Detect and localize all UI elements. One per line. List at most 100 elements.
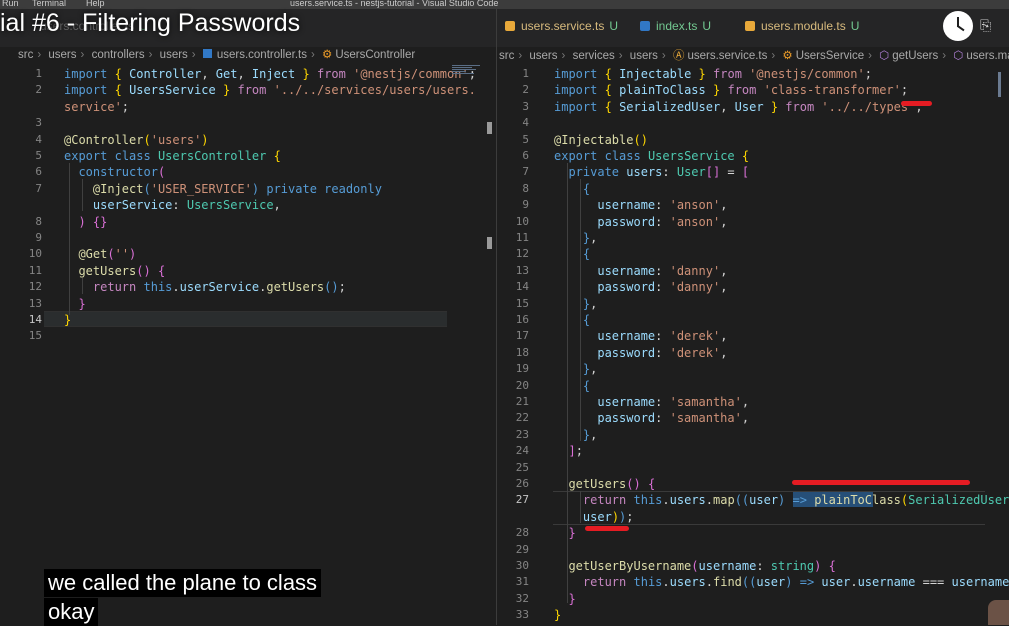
- line-number: 21: [515, 395, 529, 408]
- breadcrumb-item[interactable]: users.service.ts: [687, 50, 767, 62]
- code-text[interactable]: private users: User[] = [: [554, 164, 749, 180]
- method-icon: ⬡: [879, 50, 890, 62]
- line-number: 32: [515, 591, 529, 605]
- code-text[interactable]: user));: [554, 509, 634, 525]
- right-editor[interactable]: 1 import { Injectable } from '@nestjs/com…: [497, 65, 1009, 625]
- code-text[interactable]: return this.userService.getUsers();: [64, 279, 346, 295]
- line-number: 24: [515, 444, 529, 458]
- code-text[interactable]: {: [554, 246, 590, 262]
- code-text[interactable]: username: 'samantha',: [554, 394, 749, 410]
- code-text[interactable]: export class UsersService {: [554, 148, 749, 164]
- breadcrumb-item[interactable]: users: [48, 49, 76, 61]
- line-number: 10: [28, 247, 42, 261]
- code-text[interactable]: import { SerializedUser, User } from '..…: [554, 99, 923, 115]
- ts-file-icon: [202, 49, 212, 58]
- tab-users-module[interactable]: users.module.ts U: [745, 19, 859, 33]
- breadcrumb-item[interactable]: users.map() c: [966, 50, 1009, 62]
- breadcrumb-item[interactable]: src: [499, 50, 514, 62]
- code-text[interactable]: getUsers() {: [554, 476, 655, 492]
- line-number: 12: [515, 247, 529, 261]
- breadcrumb-item[interactable]: src: [18, 49, 33, 61]
- breadcrumb-item[interactable]: services: [573, 50, 615, 62]
- code-text[interactable]: }: [554, 591, 575, 607]
- line-number: 29: [515, 542, 529, 556]
- line-number: 23: [515, 427, 529, 441]
- left-editor[interactable]: 1 import { Controller, Get, Inject } from…: [0, 65, 496, 625]
- code-text[interactable]: @Get(''): [64, 246, 136, 262]
- line-number: 8: [35, 214, 42, 228]
- menu-run[interactable]: Run: [2, 0, 19, 8]
- code-text[interactable]: username: 'anson',: [554, 197, 727, 213]
- line-number: 28: [515, 526, 529, 540]
- code-text[interactable]: getUsers() {: [64, 263, 165, 279]
- code-text[interactable]: }: [554, 525, 575, 541]
- code-text[interactable]: username: 'danny',: [554, 263, 727, 279]
- code-text[interactable]: @Inject('USER_SERVICE') private readonly: [64, 181, 382, 197]
- code-text[interactable]: @Injectable(): [554, 132, 648, 148]
- code-text[interactable]: import { plainToClass } from 'class-tran…: [554, 82, 908, 98]
- breadcrumb-item[interactable]: users: [160, 49, 188, 61]
- line-number: 15: [515, 296, 529, 310]
- code-text[interactable]: @Controller('users'): [64, 132, 209, 148]
- line-number: 25: [515, 460, 529, 474]
- code-text[interactable]: import { Injectable } from '@nestjs/comm…: [554, 66, 872, 82]
- code-text[interactable]: userService: UsersService,: [64, 197, 281, 213]
- tab-users-service[interactable]: users.service.ts U: [505, 19, 618, 33]
- breadcrumb-item[interactable]: users.controller.ts: [217, 49, 307, 61]
- left-breadcrumb: src › users › controllers › users › users.co…: [18, 49, 416, 61]
- red-annotation-mark: [585, 526, 629, 531]
- code-text[interactable]: password: 'anson',: [554, 214, 727, 230]
- code-text[interactable]: }: [554, 607, 561, 623]
- breadcrumb-item[interactable]: controllers: [92, 49, 145, 61]
- line-number: 30: [515, 559, 529, 572]
- left-scrollbar-thumb[interactable]: [487, 237, 492, 249]
- code-text[interactable]: }: [64, 312, 71, 328]
- line-number: 5: [35, 149, 42, 162]
- code-text[interactable]: import { UsersService } from '../../serv…: [64, 82, 476, 98]
- breadcrumb-item[interactable]: getUsers: [892, 50, 938, 62]
- code-text[interactable]: },: [554, 230, 597, 246]
- line-number: 17: [515, 329, 529, 343]
- line-number: 22: [515, 411, 529, 425]
- code-text[interactable]: password: 'derek',: [554, 345, 727, 361]
- breadcrumb-item[interactable]: UsersService: [796, 50, 864, 62]
- code-text[interactable]: },: [554, 361, 597, 377]
- breadcrumb-item[interactable]: users: [529, 50, 557, 62]
- code-text[interactable]: return this.users.map((user) => plainToC…: [554, 492, 1009, 508]
- clock-icon[interactable]: [943, 11, 973, 41]
- code-text[interactable]: ];: [554, 443, 582, 459]
- code-text[interactable]: },: [554, 427, 597, 443]
- split-editor-icon[interactable]: ⎘: [980, 18, 991, 34]
- code-text[interactable]: getUserByUsername(username: string) {: [554, 558, 835, 574]
- right-scrollbar-thumb[interactable]: [998, 72, 1001, 97]
- right-tab-bar: users.service.ts U index.ts U users.module…: [497, 9, 1009, 47]
- minimap[interactable]: [452, 65, 480, 79]
- line-number: 6: [522, 149, 529, 162]
- menu-terminal[interactable]: Terminal: [32, 0, 66, 8]
- code-text[interactable]: ) {}: [64, 214, 107, 230]
- code-text[interactable]: username: 'derek',: [554, 328, 727, 344]
- left-scrollbar-thumb[interactable]: [487, 122, 492, 134]
- line-number: 7: [522, 165, 529, 179]
- menu-help[interactable]: Help: [86, 0, 105, 8]
- code-text[interactable]: return this.users.find((user) => user.us…: [554, 574, 1009, 590]
- breadcrumb-item[interactable]: users: [630, 50, 658, 62]
- code-text[interactable]: password: 'danny',: [554, 279, 727, 295]
- line-number: 1: [35, 67, 42, 80]
- code-text[interactable]: {: [554, 312, 590, 328]
- code-text[interactable]: {: [554, 181, 590, 197]
- angular-icon: [745, 21, 755, 31]
- line-number: 5: [522, 132, 529, 146]
- code-text[interactable]: import { Controller, Get, Inject } from …: [64, 66, 476, 82]
- line-number: 31: [515, 575, 529, 589]
- code-text[interactable]: constructor(: [64, 164, 165, 180]
- code-text[interactable]: }: [64, 296, 85, 312]
- breadcrumb-item[interactable]: UsersController: [335, 49, 415, 61]
- code-text[interactable]: export class UsersController {: [64, 148, 281, 164]
- code-text[interactable]: password: 'samantha',: [554, 410, 749, 426]
- red-annotation-mark: [792, 480, 970, 485]
- code-text[interactable]: {: [554, 378, 590, 394]
- code-text[interactable]: },: [554, 296, 597, 312]
- tab-index[interactable]: index.ts U: [640, 19, 711, 33]
- code-text[interactable]: service';: [64, 99, 129, 115]
